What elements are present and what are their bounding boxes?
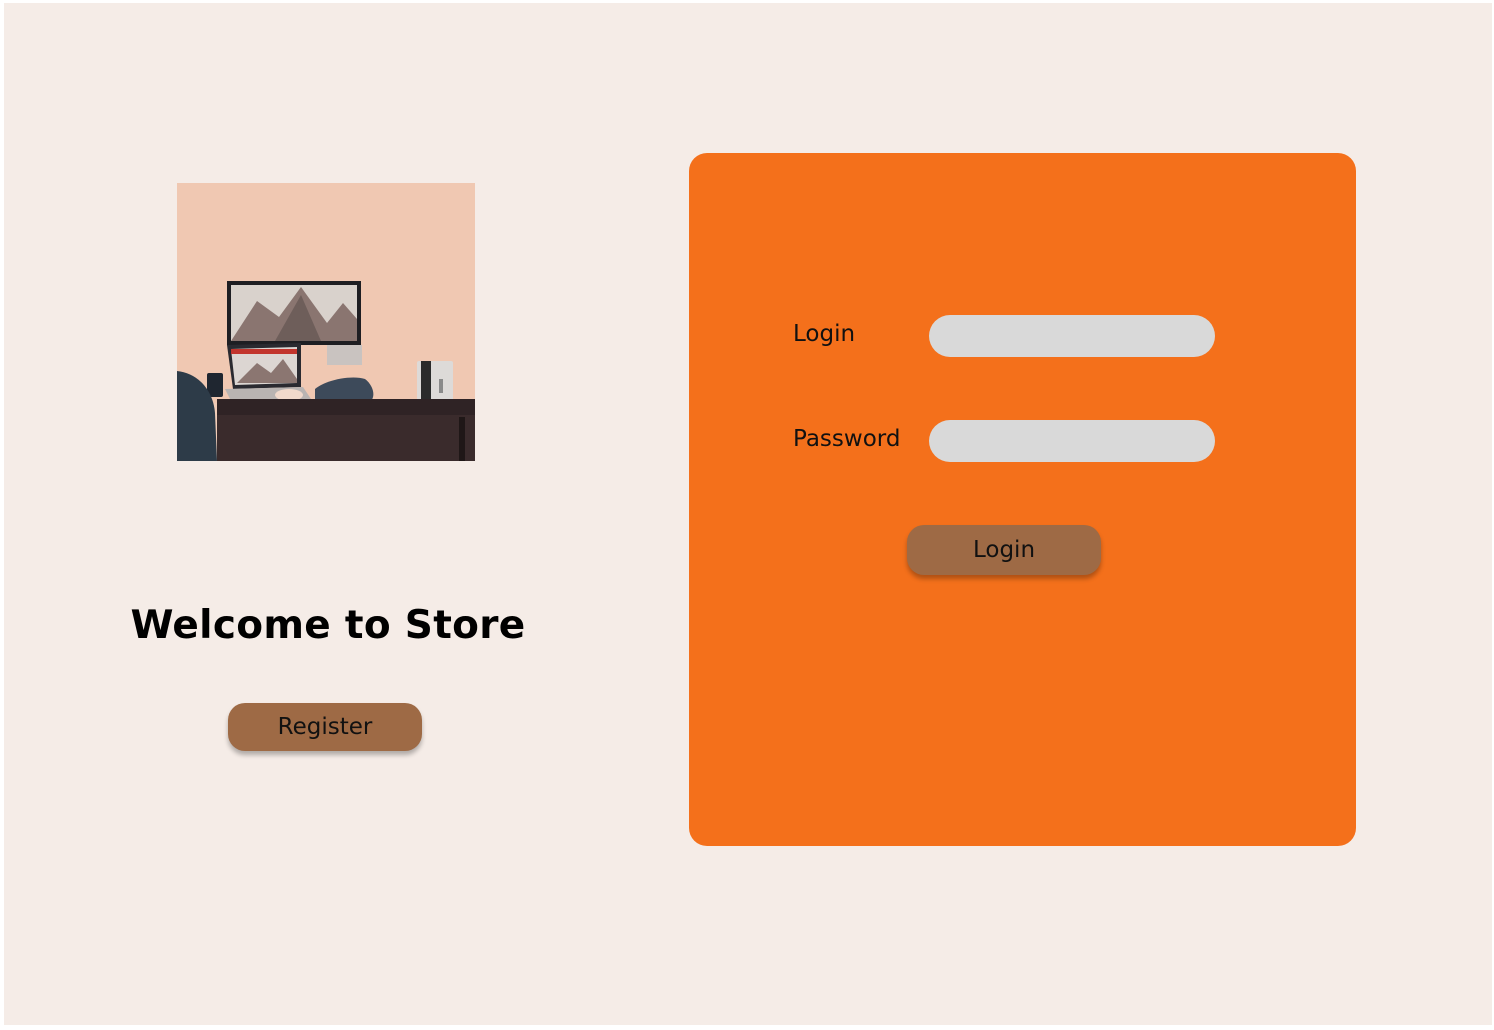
workspace-illustration [177,183,475,461]
login-input[interactable] [929,315,1215,357]
password-field-label: Password [793,426,901,452]
password-input[interactable] [929,420,1215,462]
page-background: Welcome to Store Register Login Password… [4,3,1492,1025]
login-field-label: Login [793,321,856,347]
login-submit-button[interactable]: Login [907,525,1101,575]
register-button[interactable]: Register [228,703,422,751]
welcome-heading: Welcome to Store [130,603,526,648]
login-panel: Login Password Login [689,153,1356,846]
